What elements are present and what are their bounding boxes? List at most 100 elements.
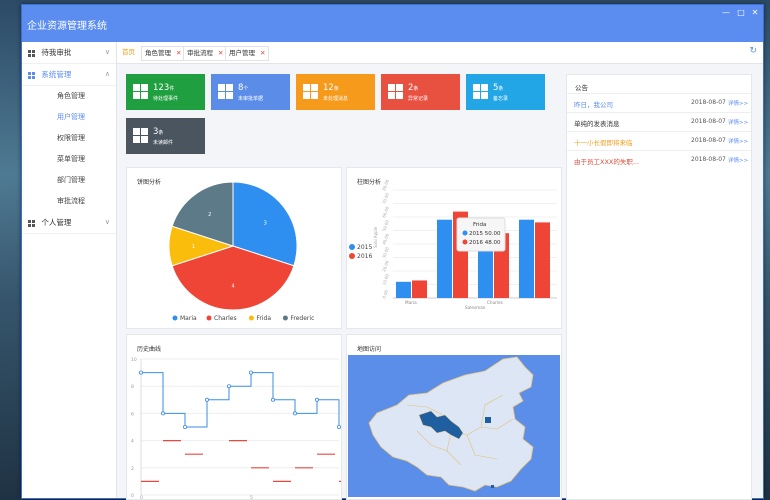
x-tick-label: Charles <box>487 300 503 305</box>
line-panel: 历史曲线 0 2 4 6 8 10 0 5 <box>126 334 342 500</box>
menu-group-label: 系统管理 <box>41 70 72 79</box>
y-tick-label: 4 <box>131 439 134 445</box>
legend-label: 2016 <box>357 253 372 260</box>
bar <box>412 280 427 298</box>
windows-icon <box>28 71 35 79</box>
notice-title[interactable]: 单纯的发表消息 <box>574 118 620 128</box>
tooltip-row: 2016 48.00 <box>469 240 501 246</box>
sidebar-item-roles[interactable]: 角色管理 <box>22 86 116 107</box>
pie-slice-label: 4 <box>232 284 235 290</box>
close-icon[interactable]: ✕ <box>218 49 223 57</box>
tile-count: 8个 <box>238 83 249 93</box>
close-button[interactable]: ✕ <box>748 7 762 19</box>
y-tick-label: 50.00 <box>381 219 390 232</box>
y-tick-label: 0 <box>131 493 134 499</box>
data-point <box>314 397 319 402</box>
notice-date: 2018-08-07 <box>691 99 726 106</box>
sidebar-item-menus[interactable]: 菜单管理 <box>22 149 116 170</box>
tab-roles[interactable]: 角色管理 ✕ <box>141 46 186 61</box>
menu-group-approval[interactable]: 待我审批 ∨ <box>22 42 116 64</box>
notice-date: 2018-08-07 <box>691 156 726 163</box>
stat-tile[interactable]: 8个未审批单据 <box>211 74 290 110</box>
data-point <box>205 397 210 402</box>
tab-label: 用户管理 <box>229 49 255 57</box>
tab-home[interactable]: 首页 <box>119 46 138 59</box>
tile-count: 123件 <box>153 83 175 93</box>
maximize-button[interactable]: □ <box>734 7 748 19</box>
menu-group-label: 个人管理 <box>41 218 72 227</box>
notice-detail-link[interactable]: 详情>> <box>728 99 748 107</box>
sidebar-item-departments[interactable]: 部门管理 <box>22 170 116 191</box>
notice-row[interactable]: 十一小长假即将来临 2018-08-07 详情>> <box>567 131 751 151</box>
menu-group-personal[interactable]: 个人管理 ∨ <box>22 212 116 234</box>
tab-workflow[interactable]: 审批流程 ✕ <box>183 46 228 61</box>
sidebar-item-permissions[interactable]: 权限管理 <box>22 128 116 149</box>
tooltip-swatch <box>462 239 468 245</box>
stat-tile[interactable]: 2条 异常记录 <box>381 74 460 110</box>
windows-icon <box>303 84 318 99</box>
y-tick-label: 30.00 <box>381 246 390 259</box>
china-map[interactable] <box>347 335 561 499</box>
notice-row[interactable]: 单纯的发表消息 2018-08-07 详情>> <box>567 112 751 132</box>
notice-date: 2018-08-07 <box>691 137 726 144</box>
data-point <box>138 370 143 375</box>
windows-icon <box>28 219 35 227</box>
notice-title[interactable]: 由于员工XXX的失职... <box>574 156 639 166</box>
notice-detail-link[interactable]: 详情>> <box>728 137 748 145</box>
step-line <box>141 372 340 428</box>
notice-title[interactable]: 昨日，我公司 <box>574 99 613 109</box>
pie-slice-label: 3 <box>264 221 267 227</box>
legend-label: Charles <box>214 315 237 322</box>
y-tick-label: 10.00 <box>381 273 390 286</box>
stat-tile[interactable]: 12条 未处理消息 <box>296 74 375 110</box>
legend-label: Maria <box>180 315 197 322</box>
close-icon[interactable]: ✕ <box>176 49 181 57</box>
chevron-down-icon: ∨ <box>104 218 110 226</box>
menu-group-label: 待我审批 <box>41 48 72 57</box>
y-tick-label: 10 <box>131 357 137 363</box>
windows-icon <box>133 128 148 143</box>
notice-row[interactable]: 由于员工XXX的失职... 2018-08-07 详情>> <box>567 150 751 170</box>
notice-title[interactable]: 十一小长假即将来临 <box>574 137 633 147</box>
minimize-button[interactable]: — <box>719 7 733 19</box>
title-bar: 企业资源管理系统 — □ ✕ <box>22 5 763 42</box>
legend-swatch <box>282 315 288 321</box>
tooltip-row: 2015 50.00 <box>469 231 501 237</box>
notice-detail-link[interactable]: 详情>> <box>728 156 748 164</box>
tile-label: 异常记录 <box>408 96 429 102</box>
windows-icon <box>133 84 148 99</box>
sidebar-item-workflow[interactable]: 审批流程 <box>22 191 116 212</box>
menu-group-system[interactable]: 系统管理 ∧ <box>22 64 116 86</box>
stat-tile[interactable]: 5条 备忘录 <box>466 74 545 110</box>
notice-detail-link[interactable]: 详情>> <box>728 118 748 126</box>
y-tick-label: 8 <box>131 384 134 390</box>
refresh-icon[interactable]: ↻ <box>749 46 757 56</box>
stat-tile[interactable]: 123件 待处理事件 <box>126 74 205 110</box>
pie-panel: 饼图分析 3 4 1 2 Maria Charles Frida Frederic <box>126 167 342 329</box>
data-point <box>336 425 341 430</box>
close-icon[interactable]: ✕ <box>260 49 265 57</box>
tab-users[interactable]: 用户管理 ✕ <box>225 46 270 61</box>
chevron-down-icon: ∨ <box>104 48 110 56</box>
x-tick-label: 5 <box>250 495 253 499</box>
bar-panel: 柱图分析 0.00 10.00 20.00 30.00 40.00 50.00 60.00 7… <box>346 167 562 329</box>
chevron-up-icon: ∧ <box>104 70 110 78</box>
legend-label: 2015 <box>357 244 372 251</box>
data-point <box>249 370 254 375</box>
bar-chart: 0.00 10.0020.0030.0040.0050.0060.0070.008… <box>349 178 557 310</box>
tile-label: 未审批单据 <box>238 96 264 102</box>
dashboard: 123件 待处理事件 8个 未审批单据 12条 未处理消息 2条 异常记录 5条 备忘录 3条 未读邮… <box>117 63 763 500</box>
stat-tile[interactable]: 3条 未读邮件 <box>126 118 205 154</box>
legend-swatch <box>349 253 355 259</box>
legend-label: Frida <box>256 315 271 322</box>
legend-swatch <box>248 315 254 321</box>
bar <box>437 219 452 298</box>
tile-label: 未处理消息 <box>323 96 349 102</box>
app-title: 企业资源管理系统 <box>27 21 107 32</box>
legend-swatch <box>349 244 355 250</box>
tab-label: 角色管理 <box>145 49 171 57</box>
x-axis-label: Salesman <box>465 305 486 310</box>
tile-label: 未读邮件 <box>153 140 174 146</box>
notice-row[interactable]: 昨日，我公司 2018-08-07 详情>> <box>567 93 751 113</box>
sidebar-item-users[interactable]: 用户管理 <box>22 107 116 128</box>
